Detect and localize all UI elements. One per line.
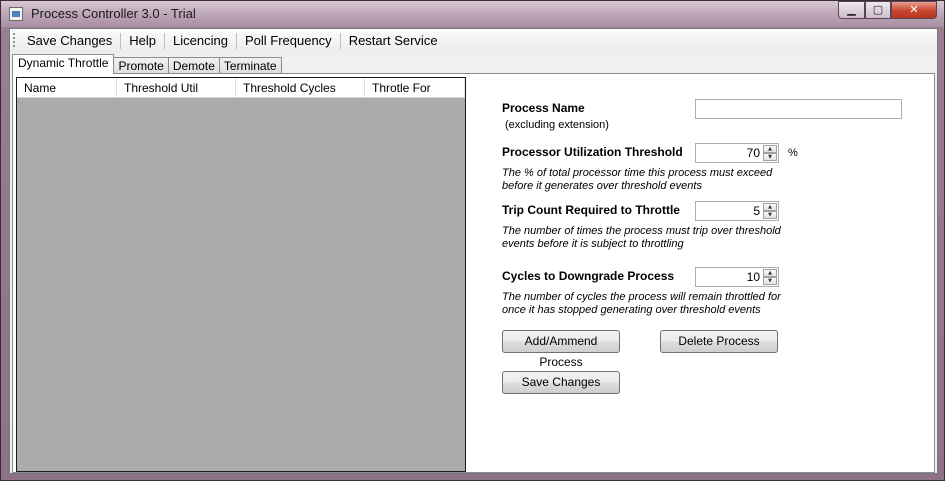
trip-count-value[interactable]: 5 xyxy=(696,202,762,220)
column-header-threshold-util[interactable]: Threshold Util xyxy=(117,78,236,98)
column-header-threshold-cycles[interactable]: Threshold Cycles xyxy=(236,78,365,98)
spin-down-icon[interactable]: ▼ xyxy=(763,211,777,219)
menu-restart-service[interactable]: Restart Service xyxy=(341,32,446,50)
menu-help[interactable]: Help xyxy=(121,32,164,50)
spin-down-icon[interactable]: ▼ xyxy=(763,277,777,285)
cycles-value[interactable]: 10 xyxy=(696,268,762,286)
list-header: Name Threshold Util Threshold Cycles Thr… xyxy=(17,78,465,98)
app-icon[interactable] xyxy=(9,7,23,21)
cycles-stepper[interactable]: 10 ▲ ▼ xyxy=(695,267,779,287)
menu-bar: Save Changes Help Licencing Poll Frequen… xyxy=(10,29,937,53)
menu-save-changes[interactable]: Save Changes xyxy=(19,32,120,50)
cpu-threshold-description: The % of total processor time this proce… xyxy=(502,167,773,192)
close-button[interactable]: ✕ xyxy=(891,1,937,19)
cycles-spin-buttons: ▲ ▼ xyxy=(763,269,777,285)
cycles-label: Cycles to Downgrade Process xyxy=(502,269,675,283)
minimize-button[interactable]: ▁ xyxy=(838,1,865,19)
cpu-threshold-unit: % xyxy=(788,147,798,159)
process-name-label: Process Name xyxy=(502,101,585,115)
menu-poll-frequency[interactable]: Poll Frequency xyxy=(237,32,340,50)
process-name-sublabel: (excluding extension) xyxy=(505,119,609,131)
spin-up-icon[interactable]: ▲ xyxy=(763,203,777,211)
trip-count-stepper[interactable]: 5 ▲ ▼ xyxy=(695,201,779,221)
toolbar-grip-icon[interactable] xyxy=(13,33,15,49)
tab-panel-dynamic-throttle: Name Threshold Util Threshold Cycles Thr… xyxy=(12,73,935,473)
cpu-threshold-label: Processor Utilization Threshold xyxy=(502,145,683,159)
title-bar[interactable]: Process Controller 3.0 - Trial ▁ ▢ ✕ xyxy=(1,1,944,27)
cycles-description: The number of cycles the process will re… xyxy=(502,291,781,316)
column-header-throtle-for[interactable]: Throtle For xyxy=(365,78,465,98)
process-list[interactable]: Name Threshold Util Threshold Cycles Thr… xyxy=(16,77,466,472)
window-title: Process Controller 3.0 - Trial xyxy=(31,6,196,21)
menu-licencing[interactable]: Licencing xyxy=(165,32,236,50)
spin-up-icon[interactable]: ▲ xyxy=(763,269,777,277)
process-form: Process Name (excluding extension) Proce… xyxy=(499,74,929,472)
trip-count-description: The number of times the process must tri… xyxy=(502,225,781,250)
tab-strip: Dynamic Throttle Promote Demote Terminat… xyxy=(12,54,282,74)
cpu-threshold-value[interactable]: 70 xyxy=(696,144,762,162)
trip-count-spin-buttons: ▲ ▼ xyxy=(763,203,777,219)
tab-demote[interactable]: Demote xyxy=(167,57,220,74)
tab-terminate[interactable]: Terminate xyxy=(218,57,282,74)
spin-up-icon[interactable]: ▲ xyxy=(763,145,777,153)
tab-dynamic-throttle[interactable]: Dynamic Throttle xyxy=(12,54,115,74)
maximize-button[interactable]: ▢ xyxy=(865,1,891,19)
add-amend-process-button[interactable]: Add/Ammend Process xyxy=(502,330,620,369)
trip-count-label: Trip Count Required to Throttle xyxy=(502,203,680,217)
delete-process-button[interactable]: Delete Process xyxy=(660,330,778,353)
main-window: Process Controller 3.0 - Trial ▁ ▢ ✕ Sav… xyxy=(0,0,945,481)
process-name-input[interactable] xyxy=(695,99,902,119)
cpu-threshold-stepper[interactable]: 70 ▲ ▼ xyxy=(695,143,779,163)
client-area: Save Changes Help Licencing Poll Frequen… xyxy=(9,28,938,474)
save-changes-button[interactable]: Save Changes xyxy=(502,371,620,394)
cpu-threshold-spin-buttons: ▲ ▼ xyxy=(763,145,777,161)
tab-promote[interactable]: Promote xyxy=(113,57,169,74)
spin-down-icon[interactable]: ▼ xyxy=(763,153,777,161)
column-header-name[interactable]: Name xyxy=(17,78,117,98)
